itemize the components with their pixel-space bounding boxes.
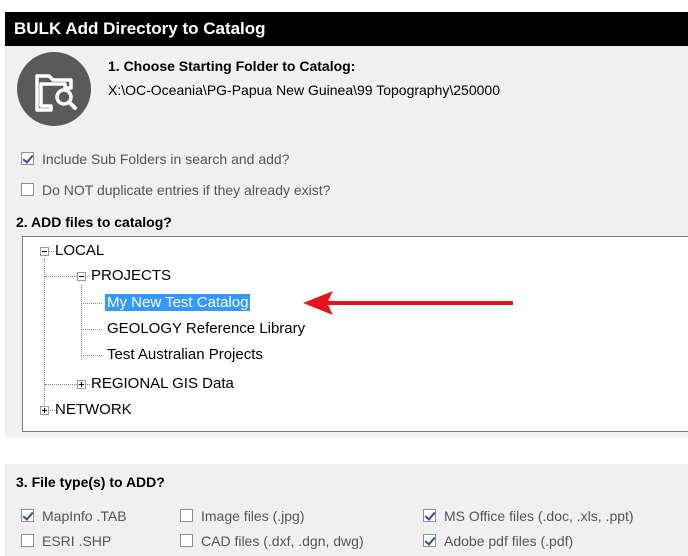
step3-title: 3. File type(s) to ADD?	[16, 474, 165, 490]
type-image-label: Image files (.jpg)	[201, 508, 305, 524]
selected-node-label: My New Test Catalog	[105, 294, 251, 311]
type-cad-label: CAD files (.dxf, .dgn, dwg)	[201, 533, 364, 549]
no-duplicates-checkbox[interactable]	[21, 183, 34, 196]
tree-node-regional[interactable]: REGIONAL GIS Data	[91, 375, 234, 393]
tree-node-network[interactable]: NETWORK	[55, 401, 132, 419]
type-esri-label: ESRI .SHP	[42, 533, 112, 549]
type-msoffice-label: MS Office files (.doc, .xls, .ppt)	[444, 508, 634, 524]
catalog-tree[interactable]: LOCAL PROJECTS My New Test Catalog GEOLO…	[22, 236, 688, 432]
type-mapinfo-checkbox[interactable]	[21, 509, 34, 522]
tree-node-test-australian[interactable]: Test Australian Projects	[107, 346, 263, 364]
starting-folder-path[interactable]: X:\OC-Oceania\PG-Papua New Guinea\99 Top…	[108, 82, 500, 98]
expand-network-toggle[interactable]	[40, 406, 49, 415]
type-image-checkbox[interactable]	[180, 509, 193, 522]
annotation-arrow	[303, 291, 513, 315]
type-msoffice-checkbox[interactable]	[423, 509, 436, 522]
folder-search-icon[interactable]	[17, 52, 91, 126]
file-types-panel: 3. File type(s) to ADD? MapInfo .TAB Ima…	[5, 464, 688, 556]
tree-node-projects[interactable]: PROJECTS	[91, 267, 171, 285]
expand-regional-toggle[interactable]	[77, 380, 86, 389]
dialog-title: BULK Add Directory to Catalog	[5, 12, 688, 46]
no-duplicates-label: Do NOT duplicate entries if they already…	[42, 182, 331, 198]
collapse-projects-toggle[interactable]	[77, 272, 86, 281]
collapse-local-toggle[interactable]	[40, 247, 49, 256]
folder-panel: 1. Choose Starting Folder to Catalog: X:…	[5, 46, 688, 438]
include-subfolders-label: Include Sub Folders in search and add?	[42, 151, 290, 167]
step1-title: 1. Choose Starting Folder to Catalog:	[108, 58, 356, 74]
include-subfolders-checkbox[interactable]	[21, 152, 34, 165]
type-mapinfo-label: MapInfo .TAB	[42, 508, 127, 524]
type-cad-checkbox[interactable]	[180, 534, 193, 547]
type-pdf-checkbox[interactable]	[423, 534, 436, 547]
step2-title: 2. ADD files to catalog?	[16, 214, 172, 230]
tree-node-local[interactable]: LOCAL	[55, 242, 104, 260]
tree-node-my-new-test-catalog[interactable]: My New Test Catalog	[105, 294, 251, 312]
tree-node-geology[interactable]: GEOLOGY Reference Library	[107, 320, 305, 338]
type-pdf-label: Adobe pdf files (.pdf)	[444, 533, 574, 549]
type-esri-checkbox[interactable]	[21, 534, 34, 547]
